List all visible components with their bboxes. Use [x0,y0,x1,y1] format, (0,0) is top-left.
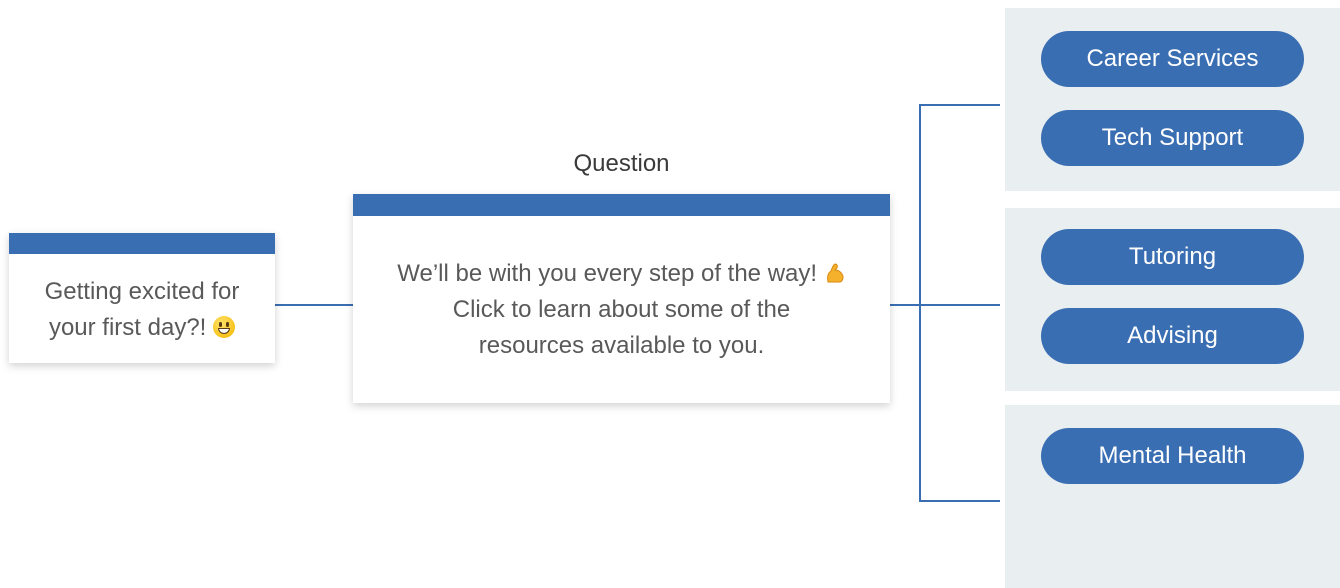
grinning-face-icon [213,316,236,338]
start-card-header-bar [9,233,275,254]
advising-button[interactable]: Advising [1041,308,1304,364]
question-title: Question [573,150,670,177]
tech-support-button[interactable]: Tech Support [1041,110,1304,166]
question-card[interactable]: We’ll be with you every step of the way!… [353,194,890,403]
tutoring-button[interactable]: Tutoring [1041,229,1304,285]
start-text-line1: Getting excited for [44,278,240,305]
question-text-line2: Click to learn about some of the [452,296,791,323]
question-card-text: We’ll be with you every step of the way!… [353,216,890,364]
start-text-line2: your first day?! [48,314,207,341]
flexed-biceps-icon [824,262,846,284]
mental-health-button[interactable]: Mental Health [1041,428,1304,484]
start-card-text: Getting excited for your first day?! [9,254,275,346]
question-text-line3: resources available to you. [478,332,765,359]
start-message-card[interactable]: Getting excited for your first day?! [9,233,275,363]
question-card-header-bar [353,194,890,216]
career-services-button[interactable]: Career Services [1041,31,1304,87]
question-text-line1: We’ll be with you every step of the way! [397,260,818,287]
